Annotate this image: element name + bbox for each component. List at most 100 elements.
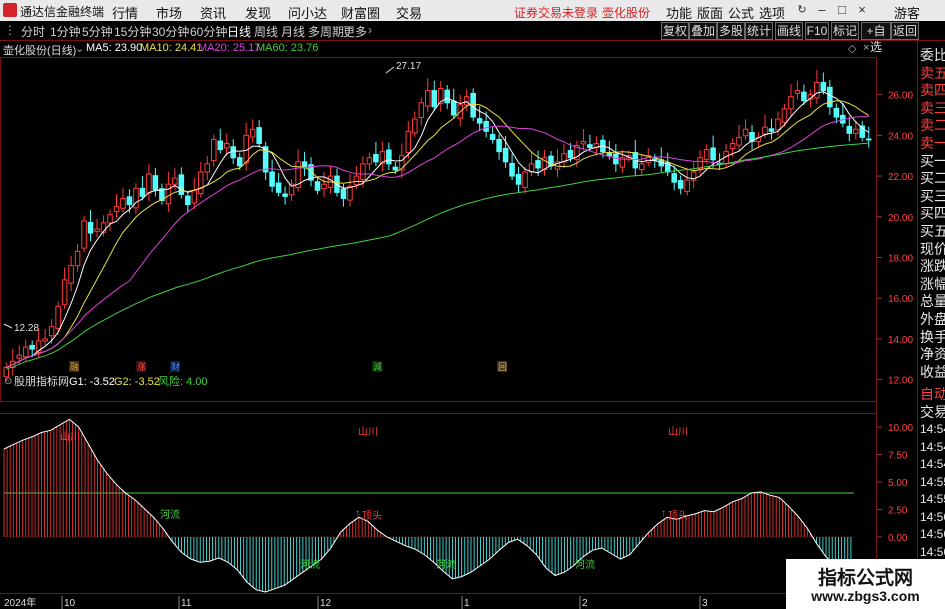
menu-formula[interactable]: 公式 <box>728 3 754 22</box>
candle-body <box>269 171 275 187</box>
candle-body <box>768 128 775 132</box>
mountain-label: 山川 <box>60 431 80 443</box>
low-arrow <box>3 323 13 329</box>
candle-body <box>418 102 425 118</box>
stock-name-link[interactable]: 壶化股份 <box>602 4 650 21</box>
quote-field-18[interactable]: 收益 <box>920 362 945 382</box>
mark-button[interactable]: 标记 <box>831 22 859 40</box>
candle-body <box>210 138 217 162</box>
candle-body <box>139 187 146 197</box>
event-marker-reduce-label: 減 <box>373 361 382 372</box>
candle-body <box>483 121 489 132</box>
menu-quotes[interactable]: 行情 <box>112 3 138 22</box>
price-axis-label: 16.00 <box>888 294 913 305</box>
multi-stock-button[interactable]: 多股 <box>717 22 745 40</box>
price-axis: 26.00 24.00 22.00 20.00 18.00 16.00 14.00 12.00 <box>877 91 913 387</box>
candle-body <box>236 157 243 167</box>
tab-multi-period[interactable]: 多周期 <box>308 23 344 40</box>
high-price-label: 27.17 <box>396 61 421 72</box>
menu-function[interactable]: 功能 <box>666 3 692 22</box>
menu-wealth-circle[interactable]: 财富圈 <box>341 3 380 22</box>
candle-body <box>677 180 684 189</box>
statistics-button[interactable]: 统计 <box>745 22 773 40</box>
adjust-price-button[interactable]: 复权 <box>661 22 689 40</box>
tab-30min[interactable]: 30分钟 <box>152 23 189 40</box>
f10-button[interactable]: F10 <box>805 22 829 40</box>
candle-body <box>94 228 100 232</box>
candle-body <box>107 214 113 224</box>
back-button[interactable]: 返回 <box>891 22 919 40</box>
user-guest[interactable]: 游客 <box>894 3 920 22</box>
candle-body <box>87 221 94 234</box>
candle-body <box>172 177 178 185</box>
event-marker-margin-label: 融 <box>70 362 79 372</box>
price-axis-label: 26.00 <box>888 91 913 102</box>
site-watermark: 指标公式网 www.zbgs3.com <box>786 559 945 609</box>
tick-time: 14:54 <box>920 422 945 436</box>
chevron-right-icon[interactable]: › <box>368 23 372 37</box>
candle-body <box>515 173 522 185</box>
candle-body <box>814 81 820 99</box>
menu-ask-assistant[interactable]: 问小达 <box>288 3 327 22</box>
tab-weekly[interactable]: 周线 <box>254 23 278 40</box>
candle-body <box>431 90 438 108</box>
river-label: 河流 <box>575 558 595 571</box>
add-watchlist-button[interactable]: +自选 <box>861 22 891 54</box>
indicator-bars <box>3 419 852 592</box>
candle-body <box>502 147 509 163</box>
menu-market[interactable]: 市场 <box>156 3 182 22</box>
candle-body <box>781 108 788 123</box>
tab-daily[interactable]: 日线 <box>227 23 251 40</box>
trade-label[interactable]: 交易 <box>920 402 945 422</box>
price-axis-label: 12.00 <box>888 376 913 387</box>
period-tab-bar: ⋮ 分时 1分钟 5分钟 15分钟 30分钟 60分钟 日线 周线 月线 多周期… <box>0 21 945 54</box>
candle-body <box>450 100 457 116</box>
candle-body <box>509 162 515 177</box>
candle-body <box>74 250 81 267</box>
event-marker-limit-up-label: 涨 <box>137 362 146 372</box>
maximize-icon[interactable]: □ <box>833 1 851 19</box>
close-icon[interactable]: × <box>853 1 871 19</box>
indicator-settings-icon[interactable]: ⊙ <box>4 376 12 387</box>
candle-body <box>587 144 593 149</box>
menu-discover[interactable]: 发现 <box>245 3 271 22</box>
minimize-icon[interactable]: – <box>813 1 831 19</box>
candle-body <box>42 338 48 342</box>
tab-60min[interactable]: 60分钟 <box>190 23 227 40</box>
menu-trade[interactable]: 交易 <box>396 3 422 22</box>
candle-body <box>489 134 496 140</box>
tab-bar-handle-icon[interactable]: ⋮ <box>4 23 16 37</box>
event-markers: 融 涨 财 減 回 <box>69 361 507 372</box>
menu-news[interactable]: 资讯 <box>200 3 226 22</box>
candle-body <box>684 179 690 193</box>
indicator-g2: G2: -3.52 <box>114 376 160 388</box>
candle-body <box>496 138 502 153</box>
candle-body <box>198 171 204 195</box>
tab-15min[interactable]: 15分钟 <box>114 23 151 40</box>
menu-layout[interactable]: 版面 <box>697 3 723 22</box>
trade-login-status[interactable]: 证券交易未登录 <box>514 4 598 21</box>
time-axis-month-10: 10 <box>64 598 76 609</box>
draw-line-button[interactable]: 画线 <box>775 22 803 40</box>
candle-body <box>386 149 392 165</box>
time-axis-year: 2024年 <box>4 596 36 609</box>
app-title: 通达信金融终端 <box>20 5 105 19</box>
menu-options[interactable]: 选项 <box>759 3 785 22</box>
tick-time: 14:55 <box>920 474 945 489</box>
candle-body <box>61 279 68 306</box>
tab-1min[interactable]: 1分钟 <box>50 23 81 40</box>
auto-trade-label[interactable]: 自动 <box>920 384 945 404</box>
candle-body <box>703 149 710 160</box>
candle-body <box>360 163 366 180</box>
river-label: 河流 <box>300 558 320 571</box>
tab-intraday[interactable]: 分时 <box>21 23 45 40</box>
overlay-button[interactable]: 叠加 <box>689 22 717 40</box>
candle-body <box>444 89 450 104</box>
tab-monthly[interactable]: 月线 <box>281 23 305 40</box>
candle-body <box>191 189 198 204</box>
tab-more[interactable]: 更多 <box>343 23 367 40</box>
refresh-icon[interactable]: ↻ <box>793 1 811 19</box>
tab-5min[interactable]: 5分钟 <box>82 23 113 40</box>
candle-body <box>230 146 236 159</box>
tick-time: 14:56 <box>920 544 945 559</box>
